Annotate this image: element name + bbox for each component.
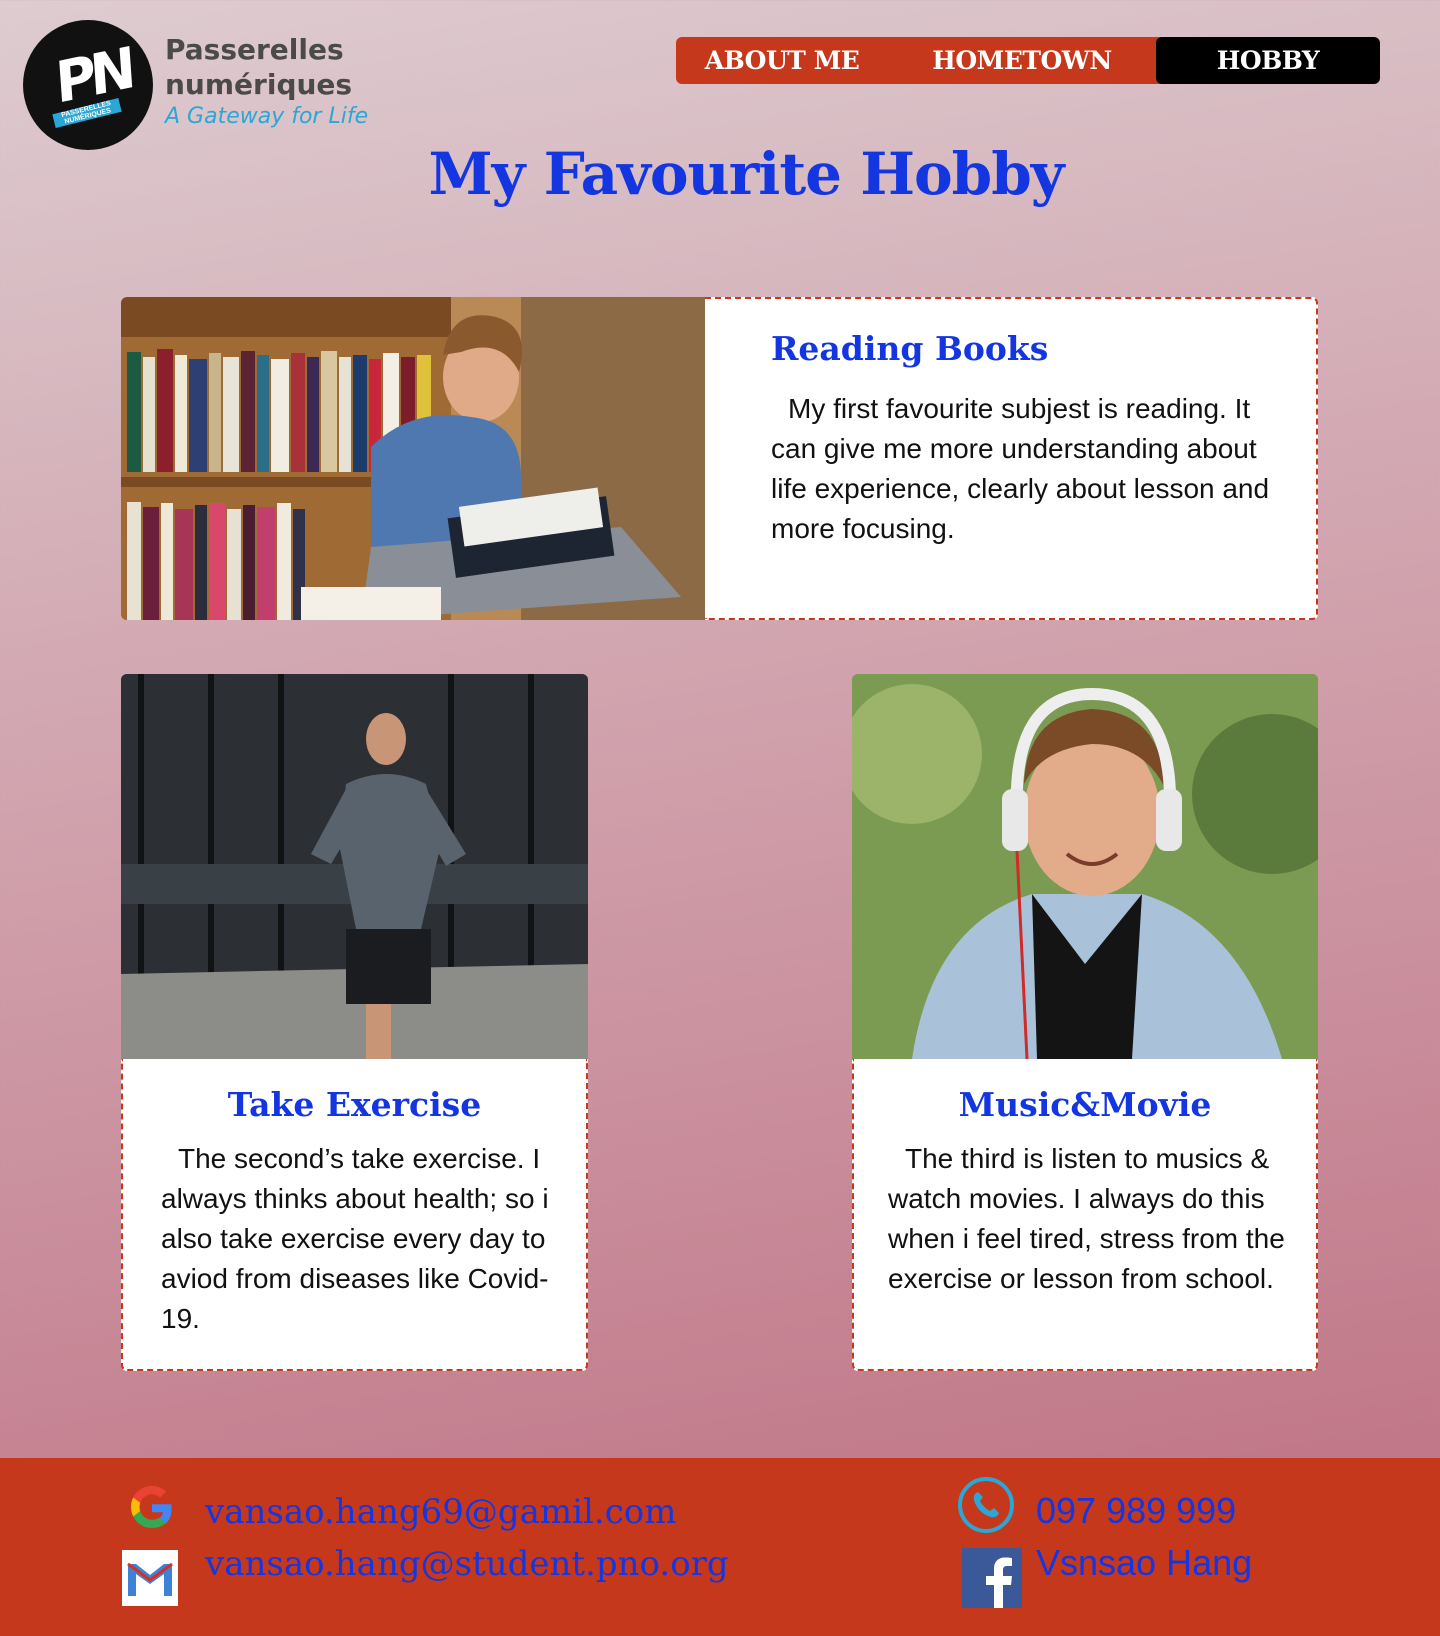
- reading-card: Reading Books My first favourite subjest…: [705, 297, 1318, 620]
- page-title: My Favourite Hobby: [428, 140, 1064, 208]
- footer: vansao.hang69@gamil.com vansao.hang@stud…: [0, 1458, 1440, 1636]
- music-text: The third is listen to musics & watch mo…: [888, 1143, 1285, 1294]
- main-nav: ABOUT ME HOMETOWN HOBBY: [676, 37, 1380, 84]
- gmail-icon: [122, 1550, 178, 1606]
- exercise-title: Take Exercise: [227, 1085, 482, 1124]
- nav-item-hobby[interactable]: HOBBY: [1156, 37, 1380, 84]
- music-title: Music&Movie: [958, 1085, 1212, 1124]
- nav-item-about-me[interactable]: ABOUT ME: [676, 37, 888, 84]
- brand-name: Passerelles numériques: [165, 33, 353, 101]
- exercise-card: Take Exercise The second’s take exercise…: [121, 1059, 588, 1371]
- music-photo: [852, 674, 1318, 1059]
- google-email-link[interactable]: vansao.hang69@gamil.com: [205, 1492, 676, 1532]
- student-email-link[interactable]: vansao.hang@student.pno.org: [205, 1544, 729, 1584]
- brand: Passerelles numériques A Gateway for Lif…: [165, 32, 385, 129]
- facebook-icon: [962, 1548, 1022, 1608]
- phone-link[interactable]: 097 989 999: [1036, 1490, 1236, 1532]
- phone-icon: [956, 1475, 1016, 1535]
- logo[interactable]: PN PASSERELLES NUMÉRIQUES: [23, 20, 153, 150]
- google-icon: [128, 1484, 176, 1532]
- nav-item-hometown[interactable]: HOMETOWN: [888, 37, 1156, 84]
- brand-tagline: A Gateway for Life: [165, 104, 369, 129]
- reading-photo: [121, 297, 711, 620]
- exercise-text: The second’s take exercise. I always thi…: [161, 1143, 549, 1334]
- facebook-link[interactable]: Vsnsao Hang: [1036, 1542, 1252, 1584]
- reading-text: My first favourite subjest is reading. I…: [771, 393, 1270, 544]
- exercise-photo: [121, 674, 588, 1059]
- reading-title: Reading Books: [771, 329, 1049, 368]
- music-card: Music&Movie The third is listen to music…: [852, 1059, 1318, 1371]
